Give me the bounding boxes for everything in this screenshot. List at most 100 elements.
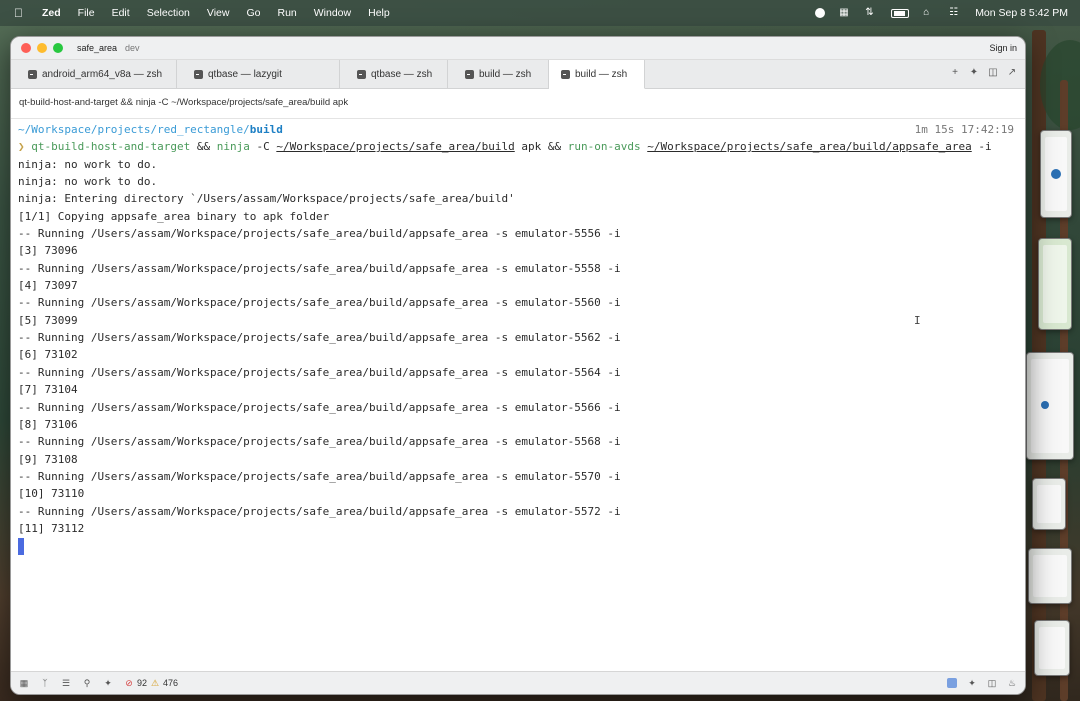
output-line: -- Running /Users/assam/Workspace/projec…	[18, 504, 621, 518]
terminal-icon	[28, 70, 37, 79]
tab-qtbase-lazygit[interactable]: qtbase — lazygit	[177, 60, 340, 89]
emulator-window[interactable]	[1028, 548, 1072, 604]
emulator-window[interactable]	[1038, 238, 1072, 330]
terminal-output[interactable]: ~/Workspace/projects/red_rectangle/build…	[11, 119, 1025, 669]
assistant-icon[interactable]: ✦	[969, 68, 979, 78]
warning-count: 476	[163, 678, 179, 688]
menu-file[interactable]: File	[78, 7, 95, 19]
emulator-window[interactable]	[1032, 478, 1066, 530]
emulator-icon	[1051, 169, 1061, 179]
tab-android-arm64-zsh[interactable]: android_arm64_v8a — zsh	[11, 60, 177, 89]
terminal-icon	[465, 70, 474, 79]
output-line: -- Running /Users/assam/Workspace/projec…	[18, 296, 621, 310]
project-name[interactable]: safe_area	[77, 43, 117, 53]
emulator-window[interactable]	[1034, 620, 1070, 676]
terminal-cursor	[18, 538, 24, 556]
status-bar: ▦ ᛉ ☰ ⚲ ✦ ⊘ 92 ⚠ 476 ✦ ◫ ♨	[11, 671, 1025, 694]
operator-and: &&	[190, 140, 217, 154]
output-line: [4] 73097	[18, 279, 78, 293]
outline-icon[interactable]: ☰	[61, 678, 71, 688]
battery-icon[interactable]	[891, 8, 910, 18]
menubar:  Zed File Edit Selection View Go Run Wi…	[0, 0, 1080, 26]
binary-path-link[interactable]: ~/Workspace/projects/safe_area/build/app…	[647, 140, 972, 153]
zed-window: safe_area dev Sign in android_arm64_v8a …	[10, 36, 1026, 695]
menubar-clock[interactable]: Mon Sep 8 5:42 PM	[975, 7, 1068, 19]
project-panel-icon[interactable]: ▦	[19, 678, 29, 688]
terminal-icon	[561, 69, 570, 79]
cwd-line: ~/Workspace/projects/red_rectangle/build	[18, 121, 1025, 138]
split-icon[interactable]: ◫	[987, 678, 997, 688]
diagnostics-summary[interactable]: ⊘ 92 ⚠ 476	[124, 678, 178, 688]
emulator-window[interactable]	[1026, 352, 1074, 460]
interactive-flag: -i	[971, 140, 992, 154]
wifi-icon[interactable]: ⌂	[923, 7, 935, 19]
emulator-screen	[1031, 359, 1069, 453]
output-line: -- Running /Users/assam/Workspace/projec…	[18, 400, 621, 414]
git-branch[interactable]: dev	[125, 43, 140, 53]
title-bar: safe_area dev Sign in	[11, 37, 1025, 60]
output-line: [5] 73099	[18, 313, 78, 327]
command-run-on-avds: run-on-avds	[567, 140, 641, 154]
prompt-line: ❯ qt-build-host-and-target && ninja -C ~…	[18, 138, 1025, 155]
debug-icon[interactable]: ✦	[103, 678, 113, 688]
minimize-window-button[interactable]	[37, 43, 47, 53]
notification-bell-icon[interactable]: ♨	[1007, 678, 1017, 688]
assistant-icon[interactable]: ✦	[967, 678, 977, 688]
output-line: ninja: Entering directory `/Users/assam/…	[18, 192, 515, 206]
tab-build-zsh[interactable]: build — zsh	[448, 60, 549, 89]
output-line: -- Running /Users/assam/Workspace/projec…	[18, 261, 621, 275]
output-line: -- Running /Users/assam/Workspace/projec…	[18, 227, 621, 241]
control-center-icon[interactable]: ☷	[949, 7, 961, 19]
plus-icon[interactable]: +	[950, 68, 960, 78]
sign-in-button[interactable]: Sign in	[989, 43, 1017, 53]
output-line: [1/1] Copying appsafe_area binary to apk…	[18, 209, 330, 223]
menu-edit[interactable]: Edit	[112, 7, 130, 19]
terminal-title-command: qt-build-host-and-target && ninja -C ~/W…	[11, 89, 1025, 119]
mouse-ibeam-cursor-icon: I	[914, 314, 921, 327]
menu-app-name[interactable]: Zed	[42, 7, 61, 19]
tab-label: android_arm64_v8a — zsh	[42, 69, 163, 80]
terminal-panel-icon[interactable]	[947, 678, 957, 688]
close-window-button[interactable]	[21, 43, 31, 53]
cwd-prefix: ~/Workspace/projects/red_rectangle/	[18, 123, 250, 136]
record-icon[interactable]	[815, 8, 826, 18]
tab-label: build — zsh	[575, 68, 628, 80]
git-branch-icon[interactable]: ᛉ	[40, 678, 50, 688]
search-icon[interactable]: ⚲	[82, 678, 92, 688]
apple-menu-icon[interactable]: 	[14, 6, 30, 20]
command-ninja: ninja	[216, 140, 250, 154]
output-line: [11] 73112	[18, 521, 85, 535]
emulator-screen	[1043, 245, 1067, 323]
output-line: [10] 73110	[18, 487, 85, 501]
tab-build-zsh-active[interactable]: build — zsh	[549, 60, 645, 89]
menu-view[interactable]: View	[207, 7, 230, 19]
menu-run[interactable]: Run	[277, 7, 296, 19]
output-line: ninja: no work to do.	[18, 157, 158, 171]
menubar-status-area: ▦ ⇅ ⌂ ☷ Mon Sep 8 5:42 PM	[815, 0, 1068, 26]
menu-selection[interactable]: Selection	[147, 7, 190, 19]
extension-icon[interactable]: ▦	[839, 7, 851, 19]
network-tool-icon[interactable]: ⇅	[865, 7, 877, 19]
tab-qtbase-zsh[interactable]: qtbase — zsh	[340, 60, 448, 89]
output-line: -- Running /Users/assam/Workspace/projec…	[18, 435, 621, 449]
command-qt-build: qt-build-host-and-target	[31, 140, 191, 154]
tab-bar-actions: + ✦ ◫ ↗	[950, 68, 1017, 78]
menu-go[interactable]: Go	[246, 7, 260, 19]
terminal-tab-bar: android_arm64_v8a — zsh qtbase — lazygit…	[11, 60, 1025, 89]
output-line: [6] 73102	[18, 348, 78, 362]
menu-help[interactable]: Help	[368, 7, 390, 19]
operator-and-2: &&	[547, 140, 568, 154]
maximize-window-button[interactable]	[53, 43, 63, 53]
emulator-screen	[1033, 555, 1067, 597]
emulator-window[interactable]	[1040, 130, 1072, 218]
warning-icon: ⚠	[150, 678, 160, 688]
build-path-link[interactable]: ~/Workspace/projects/safe_area/build	[276, 140, 514, 153]
prompt-arrow-icon: ❯	[18, 140, 25, 154]
output-line: [7] 73104	[18, 383, 78, 397]
expand-icon[interactable]: ↗	[1007, 68, 1017, 78]
menu-window[interactable]: Window	[314, 7, 351, 19]
split-pane-icon[interactable]: ◫	[988, 68, 998, 78]
terminal-icon	[357, 70, 366, 79]
cwd-dir: build	[249, 123, 283, 136]
window-controls	[21, 43, 63, 53]
